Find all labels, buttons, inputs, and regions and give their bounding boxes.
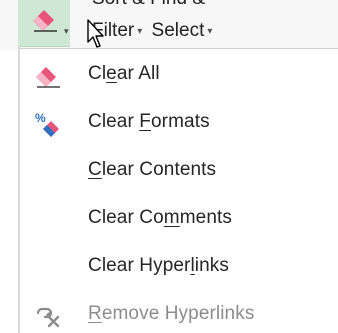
menu-item-clear-hyperlinks[interactable]: Clear Hyperlinks <box>20 243 338 291</box>
chevron-down-icon: ▾ <box>207 26 213 37</box>
menu-item-label: Remove Hyperlinks <box>88 303 255 324</box>
menu-item-label: Clear All <box>88 63 160 84</box>
clear-menu: Clear All % Clear Formats Clear Contents… <box>20 48 338 333</box>
remove-hyperlink-icon <box>34 302 62 330</box>
clear-dropdown-screenshot: Sort & Find & ▾ Filter▾ Select▾ <box>0 0 338 333</box>
svg-text:%: % <box>35 111 46 125</box>
chevron-down-icon: ▾ <box>137 26 143 37</box>
menu-item-clear-contents[interactable]: Clear Contents <box>20 147 338 195</box>
ribbon-buttons-row: Filter ▾ Select ▾ <box>92 20 216 42</box>
menu-item-clear-all[interactable]: Clear All <box>20 51 338 99</box>
chevron-down-icon: ▾ <box>64 26 69 36</box>
menu-item-label: Clear Comments <box>88 207 232 228</box>
menu-item-remove-hyperlinks: Remove Hyperlinks <box>20 291 338 333</box>
menu-item-clear-comments[interactable]: Clear Comments <box>20 195 338 243</box>
eraser-icon <box>30 7 60 38</box>
menu-item-label: Clear Contents <box>88 159 217 180</box>
clear-button[interactable]: ▾ <box>18 0 70 47</box>
find-select-button[interactable]: Select ▾ <box>152 20 217 41</box>
menu-item-clear-formats[interactable]: % Clear Formats <box>20 99 338 147</box>
menu-item-label: Clear Hyperlinks <box>88 255 229 276</box>
mouse-pointer-icon <box>86 18 106 50</box>
menu-item-label: Clear Formats <box>88 111 210 132</box>
eraser-icon <box>34 62 62 90</box>
clear-formats-icon: % <box>34 110 62 138</box>
ribbon-editing-group: Sort & Find & ▾ Filter▾ Select▾ <box>0 0 338 50</box>
select-label: Select <box>151 20 205 41</box>
ribbon-top-text: Sort & Find & <box>92 0 205 10</box>
